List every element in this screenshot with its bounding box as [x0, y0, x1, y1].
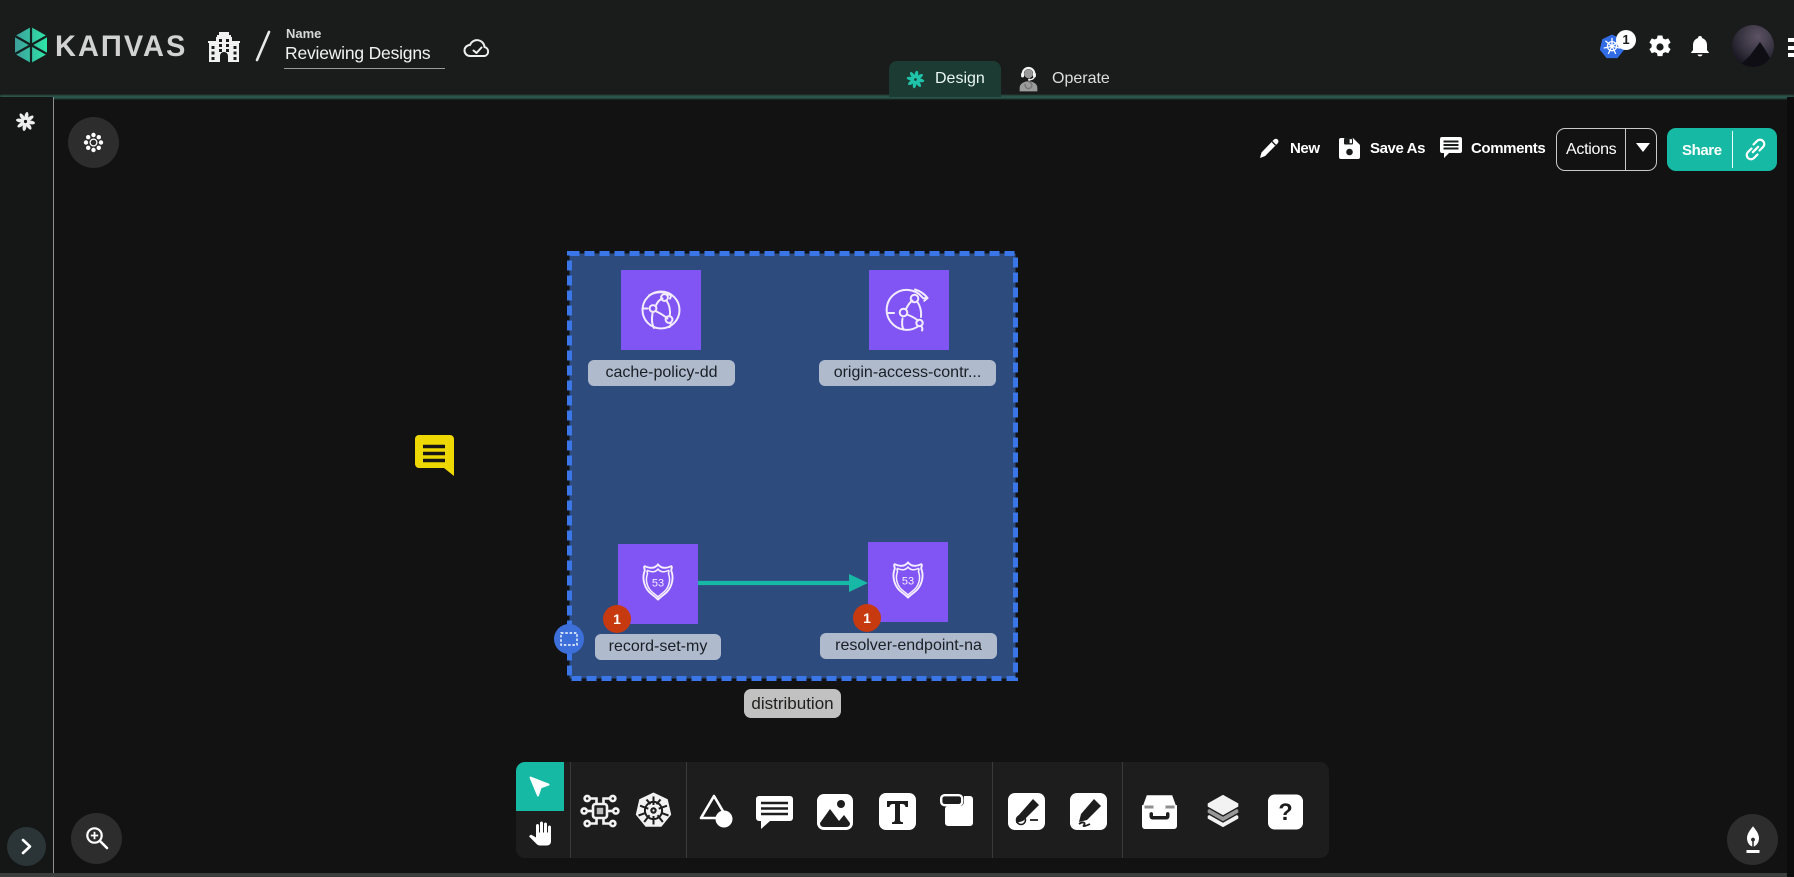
svg-text:53: 53: [652, 578, 664, 590]
svg-text:53: 53: [902, 576, 914, 588]
svg-text:?: ?: [1278, 800, 1292, 826]
